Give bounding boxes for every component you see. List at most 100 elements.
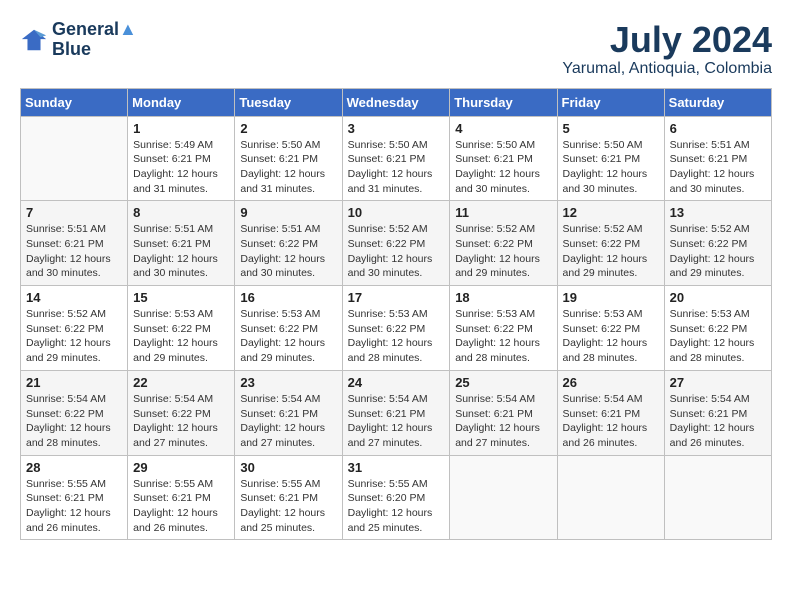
calendar-cell: 10 Sunrise: 5:52 AM Sunset: 6:22 PM Dayli… (342, 201, 450, 286)
day-info: Sunrise: 5:55 AM Sunset: 6:21 PM Dayligh… (26, 477, 122, 536)
day-info: Sunrise: 5:53 AM Sunset: 6:22 PM Dayligh… (133, 307, 229, 366)
calendar-cell: 15 Sunrise: 5:53 AM Sunset: 6:22 PM Dayli… (128, 286, 235, 371)
calendar-cell: 3 Sunrise: 5:50 AM Sunset: 6:21 PM Daylig… (342, 116, 450, 201)
logo-icon (20, 26, 48, 54)
day-number: 7 (26, 205, 122, 220)
calendar-cell (664, 455, 771, 540)
logo: General▲ Blue (20, 20, 137, 60)
page-header: General▲ Blue July 2024 Yarumal, Antioqu… (20, 20, 772, 78)
day-info: Sunrise: 5:54 AM Sunset: 6:22 PM Dayligh… (133, 392, 229, 451)
day-number: 28 (26, 460, 122, 475)
day-number: 31 (348, 460, 445, 475)
calendar-cell: 9Sunrise: 5:51 AM Sunset: 6:22 PM Daylig… (235, 201, 342, 286)
day-number: 24 (348, 375, 445, 390)
calendar-cell: 20Sunrise: 5:53 AM Sunset: 6:22 PM Dayli… (664, 286, 771, 371)
calendar-week-row: 1Sunrise: 5:49 AM Sunset: 6:21 PM Daylig… (21, 116, 772, 201)
day-info: Sunrise: 5:53 AM Sunset: 6:22 PM Dayligh… (240, 307, 336, 366)
calendar-cell: 13Sunrise: 5:52 AM Sunset: 6:22 PM Dayli… (664, 201, 771, 286)
calendar-cell (557, 455, 664, 540)
day-number: 21 (26, 375, 122, 390)
day-info: Sunrise: 5:54 AM Sunset: 6:21 PM Dayligh… (563, 392, 659, 451)
day-number: 6 (670, 121, 766, 136)
title-block: July 2024 Yarumal, Antioquia, Colombia (562, 20, 772, 78)
day-info: Sunrise: 5:52 AM Sunset: 6:22 PM Dayligh… (26, 307, 122, 366)
day-number: 10 (348, 205, 445, 220)
day-info: Sunrise: 5:55 AM Sunset: 6:21 PM Dayligh… (133, 477, 229, 536)
calendar-cell: 2 Sunrise: 5:50 AM Sunset: 6:21 PM Daylig… (235, 116, 342, 201)
day-info: Sunrise: 5:50 AM Sunset: 6:21 PM Dayligh… (240, 138, 336, 197)
day-info: Sunrise: 5:53 AM Sunset: 6:22 PM Dayligh… (348, 307, 445, 366)
weekday-header-sunday: Sunday (21, 88, 128, 116)
day-info: Sunrise: 5:51 AM Sunset: 6:21 PM Dayligh… (26, 222, 122, 281)
calendar-cell: 27 Sunrise: 5:54 AM Sunset: 6:21 PM Dayli… (664, 370, 771, 455)
day-number: 23 (240, 375, 336, 390)
calendar-cell: 18 Sunrise: 5:53 AM Sunset: 6:22 PM Dayli… (450, 286, 557, 371)
calendar-cell: 1Sunrise: 5:49 AM Sunset: 6:21 PM Daylig… (128, 116, 235, 201)
calendar-cell: 29 Sunrise: 5:55 AM Sunset: 6:21 PM Dayli… (128, 455, 235, 540)
calendar-cell: 6 Sunrise: 5:51 AM Sunset: 6:21 PM Daylig… (664, 116, 771, 201)
month-title: July 2024 (562, 20, 772, 60)
day-info: Sunrise: 5:52 AM Sunset: 6:22 PM Dayligh… (563, 222, 659, 281)
day-number: 1 (133, 121, 229, 136)
calendar-cell: 28 Sunrise: 5:55 AM Sunset: 6:21 PM Dayli… (21, 455, 128, 540)
day-info: Sunrise: 5:50 AM Sunset: 6:21 PM Dayligh… (563, 138, 659, 197)
day-number: 26 (563, 375, 659, 390)
weekday-header-tuesday: Tuesday (235, 88, 342, 116)
calendar-cell: 14 Sunrise: 5:52 AM Sunset: 6:22 PM Dayli… (21, 286, 128, 371)
calendar-cell: 19 Sunrise: 5:53 AM Sunset: 6:22 PM Dayli… (557, 286, 664, 371)
calendar-cell: 25Sunrise: 5:54 AM Sunset: 6:21 PM Dayli… (450, 370, 557, 455)
weekday-header-row: SundayMondayTuesdayWednesdayThursdayFrid… (21, 88, 772, 116)
calendar-cell: 21Sunrise: 5:54 AM Sunset: 6:22 PM Dayli… (21, 370, 128, 455)
day-number: 12 (563, 205, 659, 220)
calendar-week-row: 14 Sunrise: 5:52 AM Sunset: 6:22 PM Dayli… (21, 286, 772, 371)
day-info: Sunrise: 5:53 AM Sunset: 6:22 PM Dayligh… (563, 307, 659, 366)
day-number: 16 (240, 290, 336, 305)
calendar-cell: 17 Sunrise: 5:53 AM Sunset: 6:22 PM Dayli… (342, 286, 450, 371)
day-number: 17 (348, 290, 445, 305)
calendar-cell: 8 Sunrise: 5:51 AM Sunset: 6:21 PM Daylig… (128, 201, 235, 286)
day-number: 27 (670, 375, 766, 390)
day-info: Sunrise: 5:51 AM Sunset: 6:21 PM Dayligh… (133, 222, 229, 281)
calendar-cell: 5 Sunrise: 5:50 AM Sunset: 6:21 PM Daylig… (557, 116, 664, 201)
day-number: 3 (348, 121, 445, 136)
day-number: 18 (455, 290, 551, 305)
day-number: 15 (133, 290, 229, 305)
day-info: Sunrise: 5:53 AM Sunset: 6:22 PM Dayligh… (455, 307, 551, 366)
calendar-cell: 16 Sunrise: 5:53 AM Sunset: 6:22 PM Dayli… (235, 286, 342, 371)
calendar-cell: 22 Sunrise: 5:54 AM Sunset: 6:22 PM Dayli… (128, 370, 235, 455)
day-number: 30 (240, 460, 336, 475)
calendar-week-row: 7 Sunrise: 5:51 AM Sunset: 6:21 PM Daylig… (21, 201, 772, 286)
calendar-week-row: 21 Sunrise: 5:54 AM Sunset: 6:22 PM Dayli… (21, 370, 772, 455)
calendar-cell: 30Sunrise: 5:55 AM Sunset: 6:21 PM Dayli… (235, 455, 342, 540)
day-number: 13 (670, 205, 766, 220)
calendar-cell: 31 Sunrise: 5:55 AM Sunset: 6:20 PM Dayli… (342, 455, 450, 540)
day-info: Sunrise: 5:50 AM Sunset: 6:21 PM Dayligh… (348, 138, 445, 197)
day-number: 22 (133, 375, 229, 390)
calendar-cell: 11Sunrise: 5:52 AM Sunset: 6:22 PM Dayli… (450, 201, 557, 286)
weekday-header-monday: Monday (128, 88, 235, 116)
calendar-cell: 4Sunrise: 5:50 AM Sunset: 6:21 PM Daylig… (450, 116, 557, 201)
day-number: 29 (133, 460, 229, 475)
day-info: Sunrise: 5:55 AM Sunset: 6:20 PM Dayligh… (348, 477, 445, 536)
day-info: Sunrise: 5:54 AM Sunset: 6:21 PM Dayligh… (348, 392, 445, 451)
weekday-header-saturday: Saturday (664, 88, 771, 116)
day-number: 25 (455, 375, 551, 390)
day-info: Sunrise: 5:54 AM Sunset: 6:21 PM Dayligh… (240, 392, 336, 451)
day-number: 19 (563, 290, 659, 305)
day-number: 2 (240, 121, 336, 136)
day-info: Sunrise: 5:50 AM Sunset: 6:21 PM Dayligh… (455, 138, 551, 197)
calendar-cell: 26 Sunrise: 5:54 AM Sunset: 6:21 PM Dayli… (557, 370, 664, 455)
calendar-cell (21, 116, 128, 201)
calendar-cell: 23 Sunrise: 5:54 AM Sunset: 6:21 PM Dayli… (235, 370, 342, 455)
day-info: Sunrise: 5:54 AM Sunset: 6:21 PM Dayligh… (670, 392, 766, 451)
location-subtitle: Yarumal, Antioquia, Colombia (562, 60, 772, 78)
day-number: 5 (563, 121, 659, 136)
day-info: Sunrise: 5:51 AM Sunset: 6:22 PM Dayligh… (240, 222, 336, 281)
day-info: Sunrise: 5:53 AM Sunset: 6:22 PM Dayligh… (670, 307, 766, 366)
weekday-header-wednesday: Wednesday (342, 88, 450, 116)
day-number: 14 (26, 290, 122, 305)
day-info: Sunrise: 5:51 AM Sunset: 6:21 PM Dayligh… (670, 138, 766, 197)
day-info: Sunrise: 5:52 AM Sunset: 6:22 PM Dayligh… (455, 222, 551, 281)
day-number: 8 (133, 205, 229, 220)
day-info: Sunrise: 5:52 AM Sunset: 6:22 PM Dayligh… (348, 222, 445, 281)
